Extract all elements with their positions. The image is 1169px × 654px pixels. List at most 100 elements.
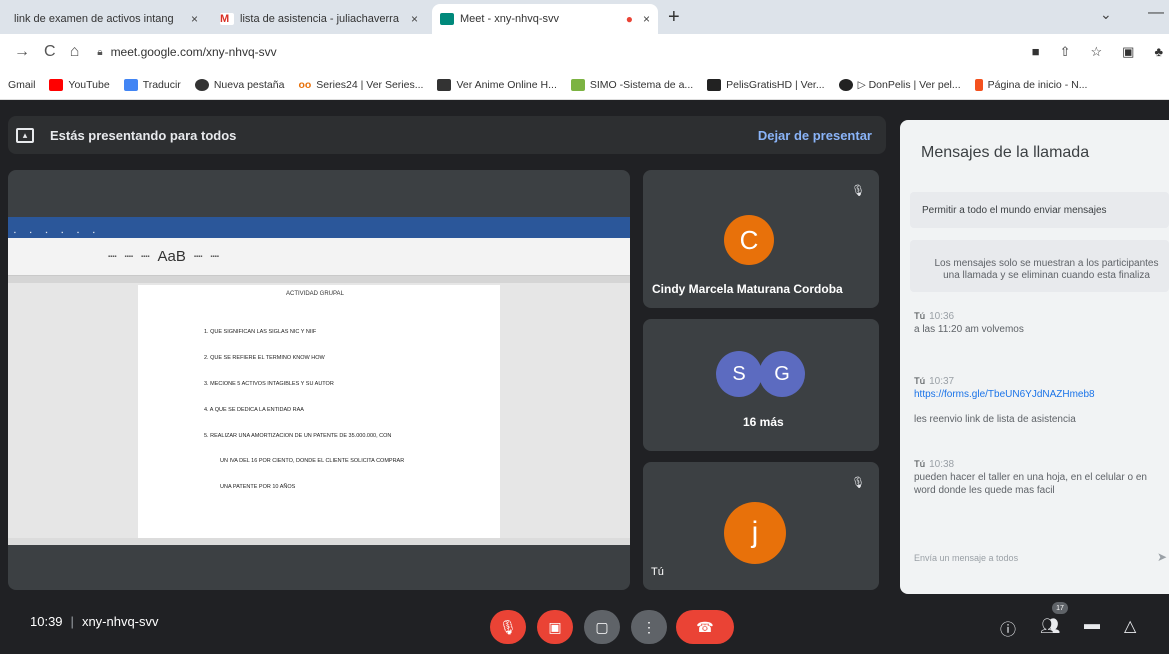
bookmark-inicio[interactable]: Página de inicio - N... (974, 78, 1087, 91)
question-5: 5. REALIZAR UNA AMORTIZACION DE UN PATEN… (204, 433, 392, 439)
forward-icon[interactable]: → (14, 43, 30, 61)
presentation-tile: ▪ ▪ ▪ ▪ ▪ ▪ ▪▪▪▪ ▪▪▪▪ ▪▪▪▪ AaB ▪▪▪▪ ▪▪▪▪ ACTI… (8, 170, 630, 590)
hd-icon (707, 78, 722, 91)
netflix-icon (974, 78, 983, 91)
chat-icon[interactable]: ▬ (1084, 616, 1100, 634)
word-document-window: ▪ ▪ ▪ ▪ ▪ ▪ ▪▪▪▪ ▪▪▪▪ ▪▪▪▪ AaB ▪▪▪▪ ▪▪▪▪ ACTI… (8, 217, 630, 545)
close-icon[interactable]: × (411, 12, 418, 26)
close-icon[interactable]: × (191, 12, 198, 26)
avatar: C (724, 215, 774, 265)
series-icon: oo (298, 78, 312, 91)
more-options-button[interactable]: ⋮ (631, 610, 667, 644)
translate-icon (123, 78, 138, 91)
bookmark-pelisgratis[interactable]: PelisGratisHD | Ver... (707, 78, 825, 91)
lock-icon: 🔒︎ (97, 46, 103, 58)
extension-icon[interactable]: ▣ (1122, 44, 1134, 60)
minimize-icon[interactable]: — (1148, 4, 1164, 22)
meeting-info: 10:39 | xny-nhvq-svv (30, 614, 159, 629)
activities-icon[interactable]: △ (1124, 616, 1136, 636)
bookmark-nueva-pestana[interactable]: Nueva pestaña (194, 78, 284, 91)
more-vert-icon: ⋮ (642, 618, 656, 635)
bookmark-youtube[interactable]: YouTube (49, 78, 110, 91)
simo-icon (570, 78, 585, 91)
puzzle-icon[interactable]: ♣ (1154, 44, 1163, 60)
meet-controls-bar: 10:39 | xny-nhvq-svv 🎙︎ ▣ ▢ ⋮ ☎︎ ⓘ 👥︎ 17 ▬… (0, 598, 1169, 654)
mic-off-icon: 🎙︎ (499, 618, 517, 635)
present-button[interactable]: ▢ (584, 610, 620, 644)
bookmark-traducir[interactable]: Traducir (123, 78, 181, 91)
bookmark-simo[interactable]: SIMO -Sistema de a... (570, 78, 693, 91)
participant-tile-cindy[interactable]: 🎙︎ C Cindy Marcela Maturana Cordoba (643, 170, 879, 308)
mic-toggle-button[interactable]: 🎙︎ (490, 610, 526, 644)
tab-title: lista de asistencia - juliachaverra (240, 13, 399, 25)
share-icon[interactable]: ⇧ (1060, 44, 1071, 60)
question-1: 1. QUE SIGNIFICAN LAS SIGLAS NIC Y NIIF (204, 329, 317, 335)
chat-title: Mensajes de la llamada (921, 144, 1090, 161)
presenting-bar: ▴ Estás presentando para todos Dejar de … (8, 116, 886, 154)
mic-off-icon: 🎙︎ (851, 477, 865, 489)
chat-message: Tú 10:38 pueden hacer el taller en una ho… (914, 459, 1147, 496)
participant-tile-self[interactable]: 🎙︎ j Tú (643, 462, 879, 590)
question-3: 3. MECIONE 5 ACTIVOS INTAGIBLES Y SU AUT… (204, 381, 334, 387)
url-text: meet.google.com/xny-nhvq-svv (110, 45, 277, 59)
tab-meet[interactable]: Meet - xny-nhvq-svv ● × (432, 4, 658, 34)
avatar: G (759, 351, 805, 397)
tab-title: Meet - xny-nhvq-svv (460, 13, 560, 25)
reload-icon[interactable]: C (44, 43, 56, 61)
chrome-icon (194, 78, 209, 91)
avatar: S (716, 351, 762, 397)
stop-presenting-button[interactable]: Dejar de presentar (758, 128, 872, 143)
home-icon[interactable]: ⌂ (70, 43, 80, 61)
chat-panel: Mensajes de la llamada Permitir a todo e… (900, 120, 1169, 594)
leave-call-button[interactable]: ☎︎ (676, 610, 734, 644)
star-icon[interactable]: ☆ (1091, 44, 1103, 60)
toolbar-icons: ■ ⇧ ☆ ▣ ♣ (1032, 44, 1163, 60)
present-icon: ▴ (16, 127, 34, 143)
word-ribbon-tabs: ▪ ▪ ▪ ▪ ▪ ▪ (8, 229, 630, 238)
tab-asistencia[interactable]: M lista de asistencia - juliachaverra × (212, 4, 426, 34)
chevron-down-icon[interactable]: ⌄ (1100, 6, 1112, 23)
word-status-bar (8, 538, 630, 545)
participants-count-badge: 17 (1052, 602, 1068, 614)
chat-input[interactable]: Envía un mensaje a todos (914, 553, 1018, 563)
meet-window: ▴ Estás presentando para todos Dejar de … (0, 100, 1169, 654)
chat-notice: Los mensajes solo se muestran a los part… (910, 240, 1169, 292)
new-tab-button[interactable]: + (668, 6, 680, 29)
tab-title: link de examen de activos intang (14, 13, 174, 25)
permit-messages-toggle[interactable]: Permitir a todo el mundo enviar mensajes (910, 192, 1169, 228)
camera-icon[interactable]: ■ (1032, 44, 1040, 60)
browser-tab-strip: link de examen de activos intang × M lis… (0, 0, 1169, 34)
word-ruler (8, 276, 630, 283)
anime-icon (437, 78, 452, 91)
bookmark-series24[interactable]: oo Series24 | Ver Series... (298, 79, 423, 91)
bookmark-anime[interactable]: Ver Anime Online H... (437, 78, 557, 91)
presenting-text: Estás presentando para todos (50, 127, 237, 143)
chat-message: Tú 10:37 https://forms.gle/TbeUN6YJdNAZHm… (914, 376, 1095, 425)
info-icon[interactable]: ⓘ (1000, 616, 1016, 640)
participant-name: Tú (651, 566, 664, 578)
hang-up-icon: ☎︎ (696, 618, 714, 635)
bookmark-gmail[interactable]: Gmail (8, 79, 35, 91)
browser-toolbar: → C ⌂ 🔒︎ meet.google.com/xny-nhvq-svv ■ … (0, 34, 1169, 70)
participant-name: Cindy Marcela Maturana Cordoba (652, 282, 843, 296)
donpelis-icon (838, 78, 853, 91)
send-icon[interactable]: ➤ (1157, 550, 1167, 564)
chat-message: Tú 10:36 a las 11:20 am volvemos (914, 311, 1024, 335)
question-5-line-2: UN IVA DEL 16 POR CIENTO, DONDE EL CLIEN… (220, 458, 405, 464)
mic-off-icon: 🎙︎ (851, 185, 865, 197)
tab-examen[interactable]: link de examen de activos intang × (6, 4, 206, 34)
address-bar[interactable]: 🔒︎ meet.google.com/xny-nhvq-svv (97, 45, 276, 59)
participant-tile-others[interactable]: S G 16 más (643, 319, 879, 451)
camera-toggle-button[interactable]: ▣ (537, 610, 573, 644)
style-sample: AaB (157, 248, 186, 265)
meeting-code: xny-nhvq-svv (81, 614, 159, 629)
document-title: ACTIVIDAD GRUPAL (286, 291, 344, 297)
close-icon[interactable]: × (643, 12, 650, 26)
avatar: j (724, 502, 786, 564)
bookmarks-bar: Gmail YouTube Traducir Nueva pestaña oo S… (0, 70, 1169, 100)
bookmark-donpelis[interactable]: ▷ DonPelis | Ver pel... (838, 78, 961, 91)
people-icon[interactable]: 👥︎ (1040, 616, 1060, 636)
chat-link[interactable]: https://forms.gle/TbeUN6YJdNAZHmeb8 (914, 388, 1095, 401)
more-participants-label: 16 más (743, 415, 784, 429)
word-titlebar (8, 217, 630, 229)
